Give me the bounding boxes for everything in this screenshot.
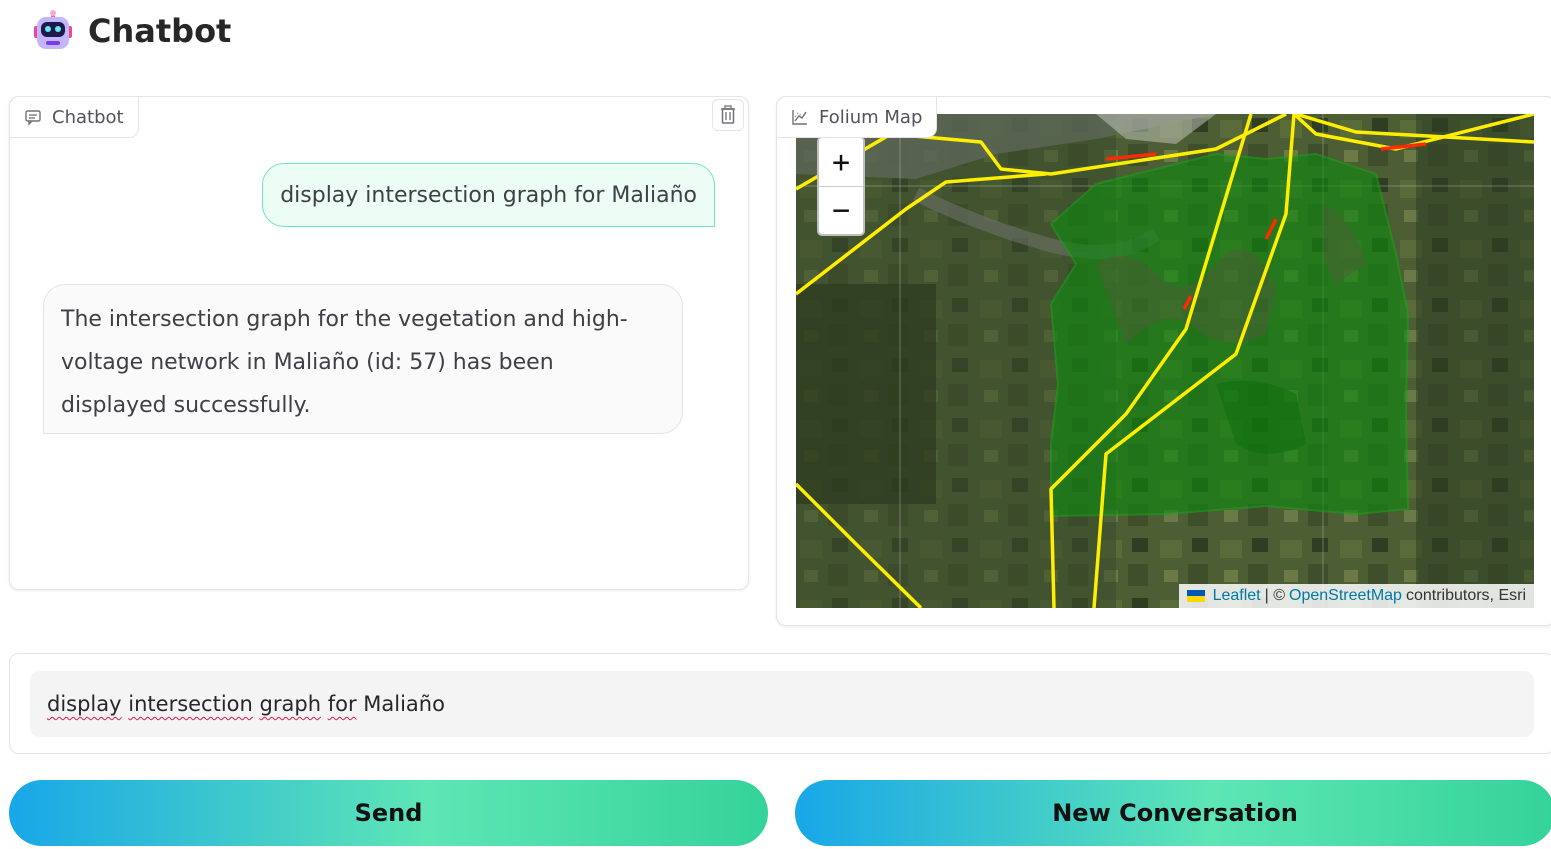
chatbot-tab: Chatbot (9, 96, 139, 138)
leaflet-link[interactable]: Leaflet (1213, 587, 1261, 605)
zoom-out-button[interactable]: − (819, 186, 863, 234)
map-tab-label: Folium Map (819, 106, 923, 128)
chatbot-tab-label: Chatbot (52, 106, 124, 128)
input-word: graph (259, 692, 322, 716)
attribution-separator: | © (1264, 587, 1285, 604)
new-conversation-button[interactable]: New Conversation (795, 780, 1551, 846)
zoom-control: + − (817, 136, 865, 236)
chat-icon (25, 110, 41, 126)
openstreetmap-link[interactable]: OpenStreetMap (1289, 587, 1402, 605)
input-word: Maliaño (363, 692, 445, 716)
chatbot-panel: Chatbot display intersection graph for M… (9, 96, 749, 590)
map-attribution: Leaflet | © OpenStreetMap contributors, … (1178, 584, 1534, 608)
user-message: display intersection graph for Maliaño (262, 163, 715, 227)
app-header: Chatbot (32, 8, 231, 54)
chart-icon (792, 110, 807, 125)
satellite-map-layer[interactable] (796, 114, 1534, 608)
clear-chat-button[interactable] (712, 99, 744, 131)
message-input[interactable]: display intersection graph for Maliaño (30, 671, 1534, 737)
input-word: intersection (128, 692, 253, 716)
robot-icon (34, 10, 72, 49)
input-panel: display intersection graph for Maliaño (9, 653, 1551, 754)
trash-icon (721, 105, 735, 124)
page-title: Chatbot (88, 12, 232, 50)
folium-map[interactable]: + − Leaflet | © OpenStreetMap contributo… (796, 114, 1534, 608)
map-tab: Folium Map (776, 96, 938, 138)
map-panel: Folium Map + − Leaflet | © OpenStreetMap… (776, 96, 1551, 626)
ukraine-flag-icon (1186, 590, 1205, 602)
assistant-message: The intersection graph for the vegetatio… (43, 284, 683, 434)
attribution-contributors: contributors, Esri (1405, 587, 1526, 604)
zoom-in-button[interactable]: + (819, 138, 863, 186)
send-button[interactable]: Send (9, 780, 768, 846)
input-word: display (47, 692, 122, 716)
input-word: for (327, 692, 357, 716)
